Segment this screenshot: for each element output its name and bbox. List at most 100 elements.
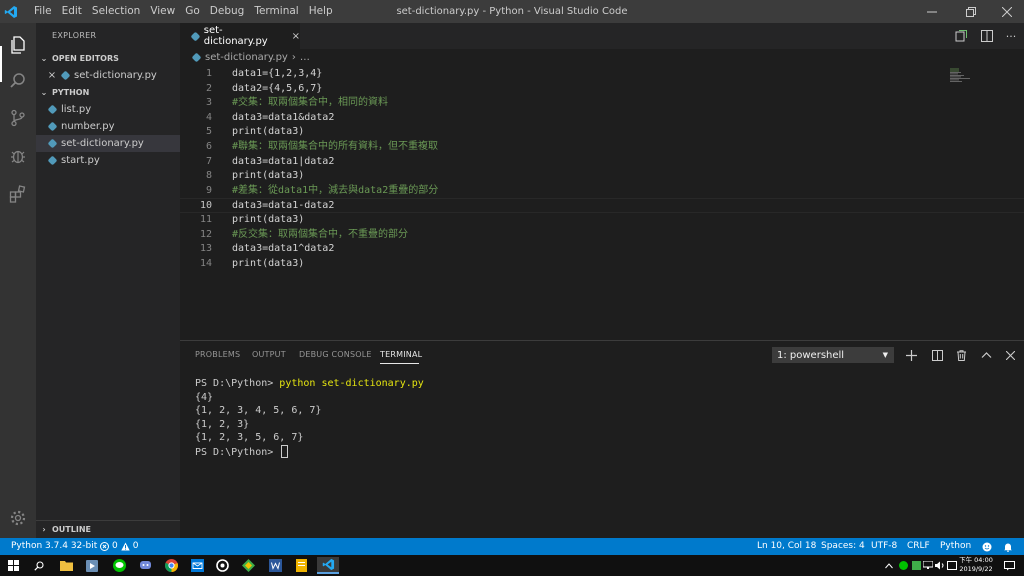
end-of-line[interactable]: CRLF (907, 538, 930, 555)
python-file-icon (60, 70, 71, 81)
menu-terminal[interactable]: Terminal (249, 0, 303, 23)
github-app-icon[interactable] (213, 557, 231, 574)
tab-terminal[interactable]: TERMINAL (380, 350, 422, 359)
vertical-scrollbar[interactable] (1010, 66, 1024, 340)
code-line[interactable]: 5 print(data3) (180, 125, 1024, 140)
debug-icon[interactable] (0, 138, 36, 174)
menu-help[interactable]: Help (304, 0, 338, 23)
chrome-browser-icon[interactable] (162, 557, 180, 574)
terminal-command: python set-dictionary.py (279, 378, 424, 389)
folder-label: PYTHON (52, 88, 90, 97)
code-comment: #交集：取兩個集合中，相同的資料 (232, 97, 389, 109)
outline-label: OUTLINE (52, 524, 91, 534)
code-line[interactable]: 9 #差集：從data1中，減去與data2重疊的部分 (180, 184, 1024, 199)
split-editor-icon[interactable] (978, 27, 996, 45)
open-preview-icon[interactable] (952, 27, 970, 45)
split-terminal-icon[interactable] (929, 347, 945, 363)
windows-start-icon[interactable] (4, 557, 22, 574)
chevron-right-icon: › (291, 52, 296, 63)
code-line[interactable]: 1 data1={1,2,3,4} (180, 67, 1024, 82)
code-text: data3=data1^data2 (232, 243, 335, 255)
menu-go[interactable]: Go (180, 0, 205, 23)
close-window-button[interactable] (984, 0, 1024, 23)
extensions-icon[interactable] (0, 176, 36, 212)
language-mode[interactable]: Python (940, 538, 971, 555)
file-explorer-icon[interactable] (57, 557, 75, 574)
menu-file[interactable]: File (29, 0, 57, 23)
line-number: 12 (199, 228, 212, 240)
folder-python-header[interactable]: ⌄ PYTHON (36, 84, 180, 101)
notes-app-icon[interactable] (292, 557, 310, 574)
files-icon[interactable] (0, 27, 36, 63)
trash-icon[interactable] (953, 347, 969, 363)
terminal-input-line[interactable]: PS D:\Python> (195, 444, 289, 459)
error-icon (100, 542, 109, 551)
tab-debug-console[interactable]: DEBUG CONSOLE (299, 350, 372, 359)
python-interpreter[interactable]: Python 3.7.4 32-bit (11, 538, 97, 555)
system-clock[interactable]: 下午 04:00 2019/9/22 (958, 556, 994, 574)
code-line[interactable]: 4 data3=data1&data2 (180, 111, 1024, 126)
problems-summary[interactable]: 0 0 (100, 538, 138, 555)
media-player-icon[interactable] (83, 557, 101, 574)
code-line[interactable]: 2 data2={4,5,6,7} (180, 82, 1024, 97)
file-label: set-dictionary.py (61, 138, 144, 149)
close-icon[interactable]: × (292, 31, 300, 42)
notifications-icon[interactable] (1000, 557, 1018, 574)
gear-icon[interactable] (0, 500, 36, 536)
chevron-down-icon: ⌄ (40, 88, 48, 97)
mail-app-icon[interactable] (188, 557, 206, 574)
menu-edit[interactable]: Edit (57, 0, 87, 23)
open-editor-label: set-dictionary.py (74, 70, 157, 81)
close-icon[interactable]: × (42, 70, 62, 81)
file-item-start[interactable]: start.py (36, 152, 180, 169)
menu-view[interactable]: View (145, 0, 180, 23)
new-terminal-icon[interactable] (903, 347, 919, 363)
line-number: 9 (205, 184, 212, 196)
line-number: 2 (205, 82, 212, 94)
source-control-icon[interactable] (0, 100, 36, 136)
file-item-list[interactable]: list.py (36, 101, 180, 118)
code-line[interactable]: 10 data3=data1-data2 (180, 198, 1024, 213)
code-line[interactable]: 7 data3=data1|data2 (180, 155, 1024, 170)
search-icon[interactable] (30, 557, 48, 574)
line-app-icon[interactable] (110, 557, 128, 574)
file-item-set-dictionary[interactable]: set-dictionary.py (36, 135, 180, 152)
file-item-number[interactable]: number.py (36, 118, 180, 135)
cursor-position[interactable]: Ln 10, Col 18 (757, 538, 816, 555)
code-line[interactable]: 8 print(data3) (180, 169, 1024, 184)
maximize-panel-icon[interactable] (978, 347, 994, 363)
menu-debug[interactable]: Debug (205, 0, 250, 23)
line-number: 5 (205, 126, 212, 138)
menu-selection[interactable]: Selection (87, 0, 145, 23)
code-editor[interactable]: 1 data1={1,2,3,4} 2 data2={4,5,6,7} 3 #交集：取兩個… (180, 66, 1024, 340)
breadcrumb-symbol[interactable]: … (300, 52, 310, 63)
code-line[interactable]: 11 print(data3) (180, 213, 1024, 228)
open-editors-header[interactable]: ⌄ OPEN EDITORS (36, 50, 180, 67)
tab-set-dictionary[interactable]: set-dictionary.py × (180, 23, 300, 49)
chat-app-icon[interactable] (136, 557, 154, 574)
tab-problems[interactable]: PROBLEMS (195, 350, 240, 359)
more-actions-icon[interactable]: ··· (1002, 27, 1020, 45)
close-panel-icon[interactable] (1002, 347, 1018, 363)
breadcrumb-file[interactable]: set-dictionary.py (205, 52, 288, 63)
title-bar: File Edit Selection View Go Debug Termin… (0, 0, 1024, 23)
code-text: data3=data1&data2 (232, 111, 335, 123)
puzzle-app-icon[interactable] (239, 557, 257, 574)
code-line[interactable]: 13 data3=data1^data2 (180, 242, 1024, 257)
code-line[interactable]: 6 #聯集：取兩個集合中的所有資料，但不重複取 (180, 140, 1024, 155)
vscode-taskbar-icon[interactable] (317, 557, 339, 574)
word-app-icon[interactable] (266, 557, 284, 574)
minimap[interactable] (950, 68, 972, 82)
code-line[interactable]: 14 print(data3) (180, 257, 1024, 272)
code-line[interactable]: 3 #交集：取兩個集合中，相同的資料 (180, 96, 1024, 111)
tab-output[interactable]: OUTPUT (252, 350, 286, 359)
indentation[interactable]: Spaces: 4 (821, 538, 865, 555)
open-editor-item[interactable]: × set-dictionary.py (36, 67, 180, 84)
outline-header[interactable]: › OUTLINE (36, 520, 180, 537)
encoding[interactable]: UTF-8 (871, 538, 897, 555)
code-text: data3=data1|data2 (232, 155, 335, 167)
terminal-select[interactable]: 1: powershell ▼ (772, 347, 894, 363)
menu-bar: File Edit Selection View Go Debug Termin… (29, 0, 338, 23)
code-line[interactable]: 12 #反交集：取兩個集合中，不重疊的部分 (180, 228, 1024, 243)
search-icon[interactable] (0, 63, 36, 99)
